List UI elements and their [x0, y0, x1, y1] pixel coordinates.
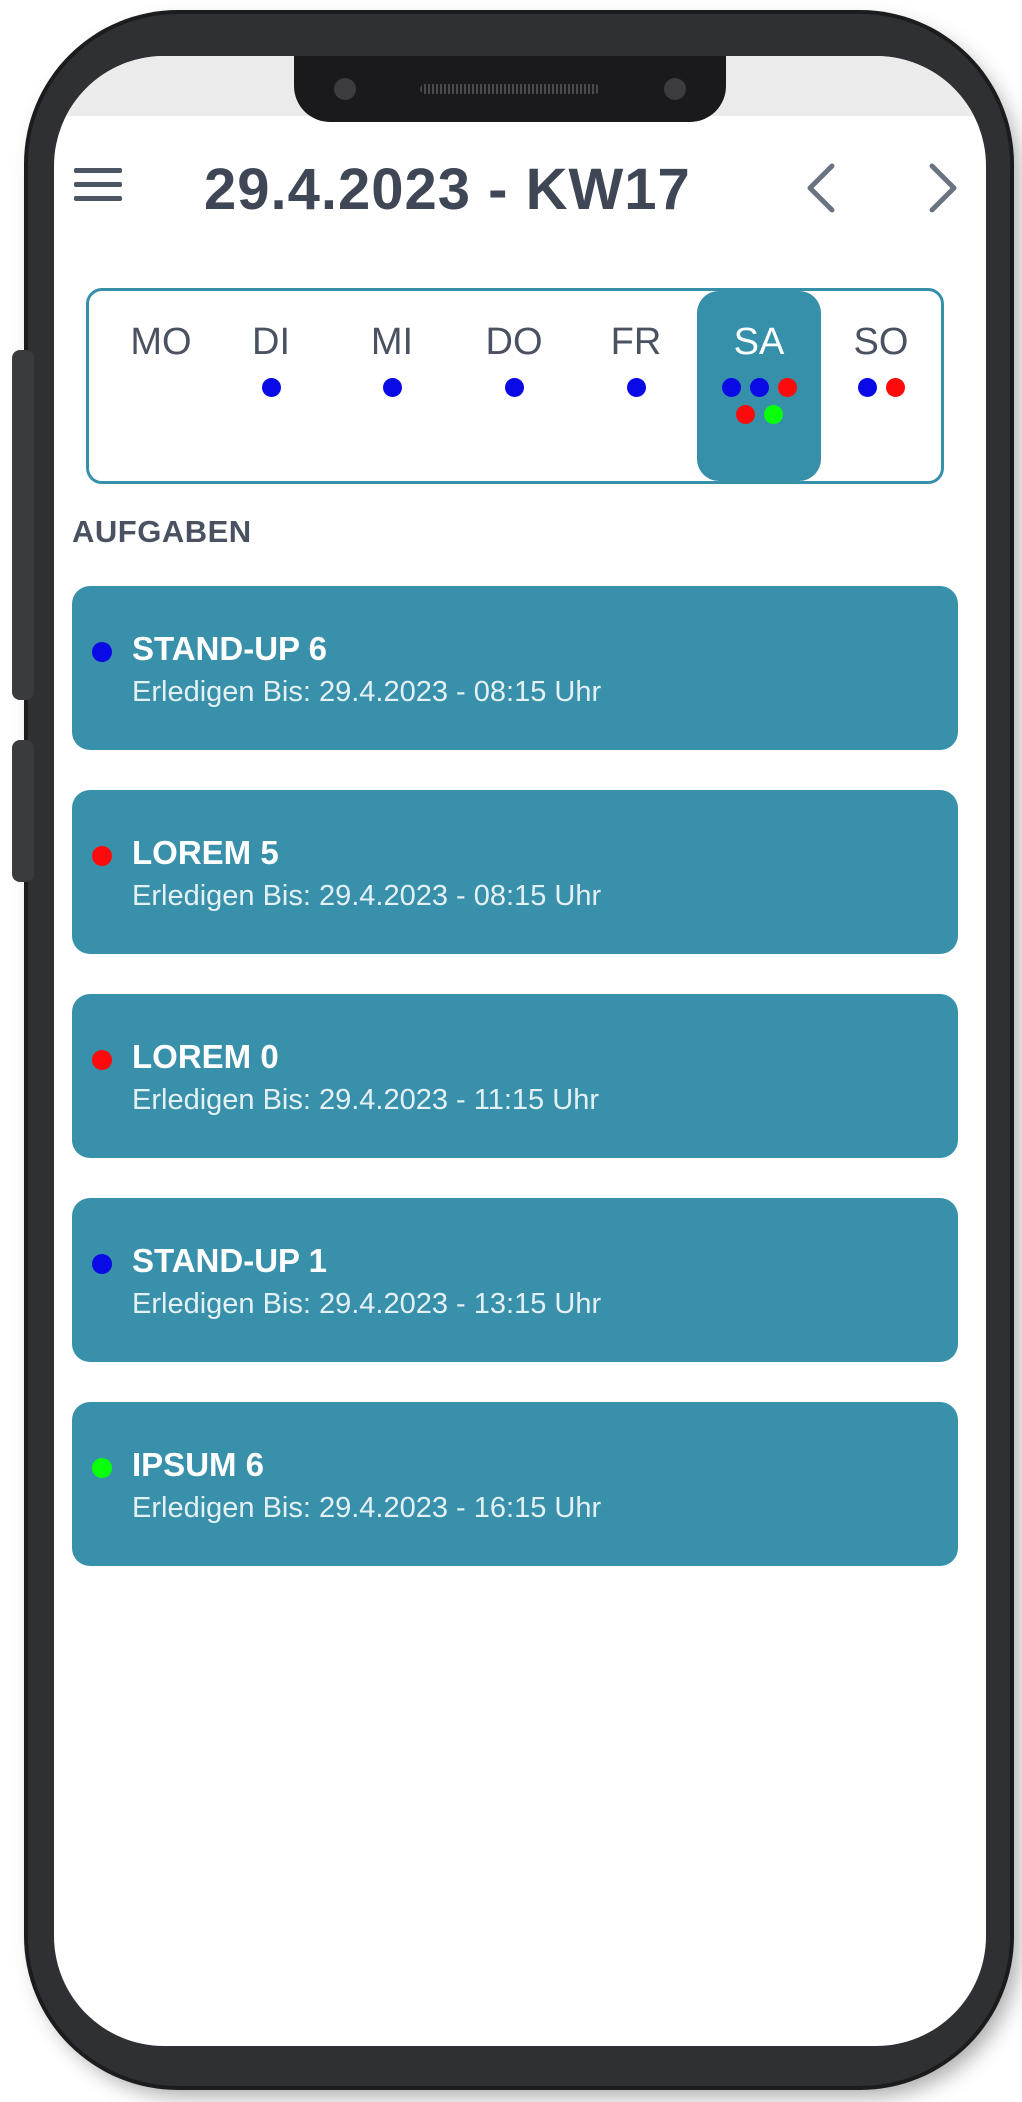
task-due-date: Erledigen Bis: 29.4.2023 - 16:15 Uhr: [132, 1492, 602, 1524]
section-title: AUFGABEN: [72, 514, 252, 549]
task-color-dot: [92, 846, 112, 866]
day-task-dots: [347, 378, 437, 397]
task-indicator-dot: [735, 405, 755, 424]
task-due-date: Erledigen Bis: 29.4.2023 - 08:15 Uhr: [132, 676, 602, 708]
task-indicator-dot: [626, 378, 646, 397]
task-name: STAND-UP 6: [132, 630, 327, 667]
day-task-dots: [714, 378, 804, 424]
task-list: STAND-UP 6 Erledigen Bis: 29.4.2023 - 08…: [72, 586, 958, 1606]
chevron-left-icon[interactable]: [784, 148, 864, 228]
sensor-icon: [664, 78, 686, 100]
task-indicator-dot: [261, 378, 281, 397]
hamburger-menu-icon[interactable]: [74, 168, 122, 204]
task-card[interactable]: STAND-UP 1 Erledigen Bis: 29.4.2023 - 13…: [72, 1198, 958, 1362]
task-name: STAND-UP 1: [132, 1242, 327, 1279]
day-do[interactable]: DO: [452, 291, 576, 481]
day-label: DO: [485, 321, 543, 363]
task-due-date: Erledigen Bis: 29.4.2023 - 13:15 Uhr: [132, 1288, 602, 1320]
task-name: IPSUM 6: [132, 1446, 265, 1483]
day-label: FR: [610, 321, 662, 363]
task-indicator-dot: [885, 378, 905, 397]
task-indicator-dot: [749, 378, 769, 397]
day-task-dots: [226, 378, 316, 397]
volume-button: [12, 350, 34, 700]
day-sa[interactable]: SA: [697, 291, 821, 481]
day-di[interactable]: DI: [209, 291, 333, 481]
task-indicator-dot: [721, 378, 741, 397]
day-label: MI: [370, 321, 414, 363]
task-color-dot: [92, 642, 112, 662]
task-name: LOREM 0: [132, 1038, 279, 1075]
task-indicator-dot: [504, 378, 524, 397]
day-task-dots: [591, 378, 681, 397]
day-mi[interactable]: MI: [330, 291, 454, 481]
day-task-dots: [836, 378, 926, 397]
task-color-dot: [92, 1050, 112, 1070]
speaker-grille: [420, 84, 600, 94]
task-color-dot: [92, 1458, 112, 1478]
task-card[interactable]: LOREM 5 Erledigen Bis: 29.4.2023 - 08:15…: [72, 790, 958, 954]
chevron-right-icon[interactable]: [900, 148, 980, 228]
app-screen: 29.4.2023 - KW17 MO DI MI DO FR SA SO AU…: [54, 56, 986, 2046]
day-label: MO: [130, 321, 192, 363]
task-indicator-dot: [777, 378, 797, 397]
day-fr[interactable]: FR: [574, 291, 698, 481]
day-so[interactable]: SO: [819, 291, 943, 481]
task-color-dot: [92, 1254, 112, 1274]
day-label: SO: [853, 321, 909, 363]
task-due-date: Erledigen Bis: 29.4.2023 - 11:15 Uhr: [132, 1084, 599, 1116]
day-task-dots: [469, 378, 559, 397]
task-indicator-dot: [382, 378, 402, 397]
task-due-date: Erledigen Bis: 29.4.2023 - 08:15 Uhr: [132, 880, 602, 912]
task-card[interactable]: IPSUM 6 Erledigen Bis: 29.4.2023 - 16:15…: [72, 1402, 958, 1566]
page-title: 29.4.2023 - KW17: [204, 157, 691, 222]
phone-notch: [294, 56, 726, 122]
task-indicator-dot: [857, 378, 877, 397]
power-button: [12, 740, 34, 882]
task-name: LOREM 5: [132, 834, 279, 871]
task-indicator-dot: [763, 405, 783, 424]
week-day-selector: MO DI MI DO FR SA SO: [86, 288, 944, 484]
day-label: DI: [252, 321, 290, 363]
camera-icon: [334, 78, 356, 100]
day-label: SA: [733, 321, 785, 363]
day-mo[interactable]: MO: [99, 291, 223, 481]
task-card[interactable]: STAND-UP 6 Erledigen Bis: 29.4.2023 - 08…: [72, 586, 958, 750]
task-card[interactable]: LOREM 0 Erledigen Bis: 29.4.2023 - 11:15…: [72, 994, 958, 1158]
